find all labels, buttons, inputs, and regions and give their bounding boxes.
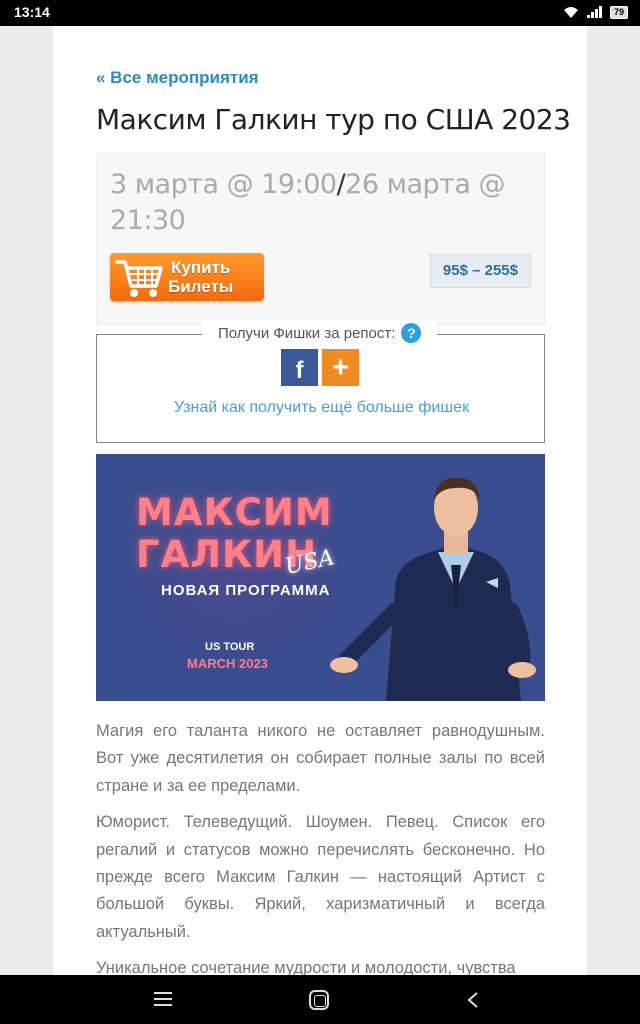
status-icons: 79 (563, 5, 628, 19)
event-banner-image: МАКСИМ ГАЛКИН USA НОВАЯ ПРОГРАММА US TOU… (96, 454, 545, 701)
event-details-box: 3 марта @ 19:00/26 марта @ 21:30 Купить … (96, 153, 545, 325)
wifi-icon (563, 7, 578, 18)
cart-icon (115, 260, 163, 297)
share-label-text: Получи Фишки за репост: (218, 324, 396, 342)
facebook-share-button[interactable]: f (281, 349, 318, 386)
signal-icon (586, 6, 602, 18)
banner-month-text: MARCH 2023 (187, 656, 268, 671)
buy-label-line2: Билеты (168, 277, 234, 296)
more-chips-link[interactable]: Узнай как получить ещё больше фишек (97, 399, 546, 417)
home-icon[interactable] (309, 990, 329, 1010)
banner-program-text: НОВАЯ ПРОГРАММА (161, 582, 331, 599)
description-paragraph: Юморист. Телеведущий. Шоумен. Певец. Спи… (96, 813, 545, 941)
web-page: « Все мероприятия Максим Галкин тур по С… (53, 26, 587, 975)
buy-tickets-button[interactable]: Купить Билеты (110, 253, 264, 301)
page-title: Максим Галкин тур по США 2023 (96, 103, 571, 136)
banner-tour-text: US TOUR (205, 641, 255, 653)
status-time: 13:14 (14, 4, 50, 20)
event-start: 3 марта @ 19:00 (110, 169, 337, 200)
price-badge: 95$ – 255$ (429, 254, 531, 288)
battery-icon: 79 (609, 5, 628, 19)
description-paragraph: Магия его таланта никого не оставляет ра… (96, 722, 545, 795)
event-description: Магия его таланта никого не оставляет ра… (96, 718, 545, 975)
description-paragraph: Уникальное сочетание мудрости и молодост… (96, 959, 516, 975)
status-bar: 13:14 79 (0, 0, 640, 26)
more-share-button[interactable]: + (322, 349, 359, 386)
artist-photo (330, 477, 536, 701)
banner-name-line1: МАКСИМ (136, 491, 333, 534)
buy-label-line1: Купить (171, 258, 231, 277)
menu-icon[interactable] (154, 992, 172, 1007)
buy-button-label: Купить Билеты (168, 258, 233, 296)
system-nav-bar (0, 975, 640, 1024)
all-events-link[interactable]: « Все мероприятия (96, 68, 259, 88)
share-label: Получи Фишки за репост: ? (202, 320, 438, 346)
date-separator: / (336, 169, 346, 200)
share-box: Получи Фишки за репост: ? f + Узнай как … (96, 320, 546, 443)
event-dates: 3 марта @ 19:00/26 марта @ 21:30 (110, 167, 530, 239)
back-icon[interactable] (465, 991, 481, 1009)
help-icon[interactable]: ? (401, 323, 422, 343)
